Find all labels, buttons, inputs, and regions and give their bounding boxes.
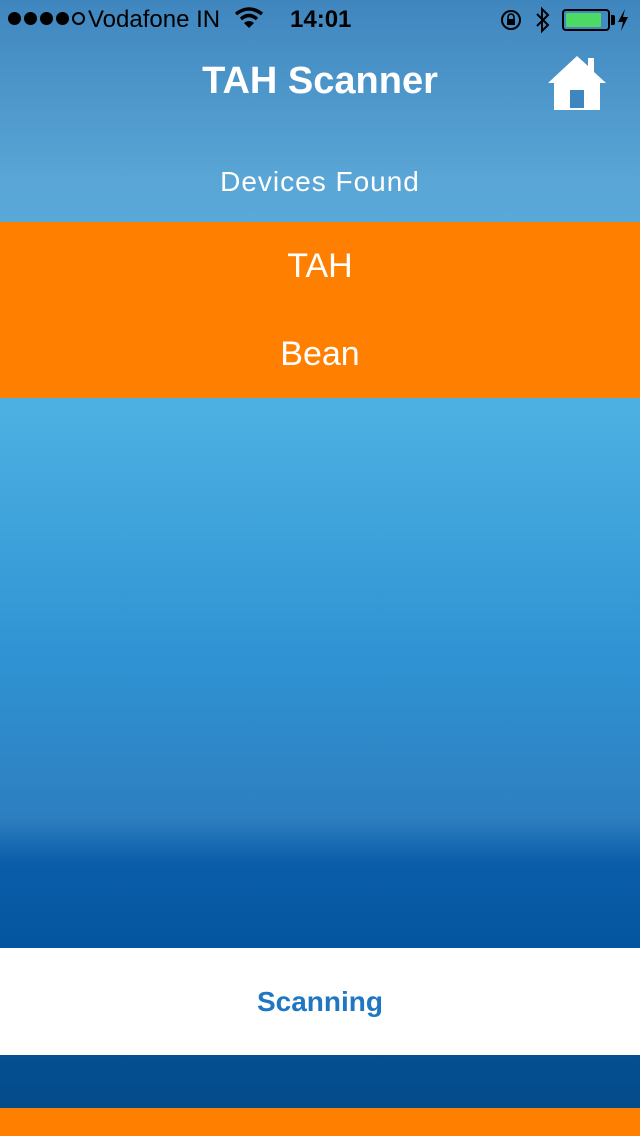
device-item-tah[interactable]: TAH: [0, 222, 640, 310]
wifi-icon: [234, 7, 264, 28]
status-time: 14:01: [290, 6, 352, 33]
page-title: TAH Scanner: [202, 60, 438, 102]
battery-level: [566, 13, 601, 27]
device-list: TAH Bean: [0, 222, 640, 398]
carrier-name: Vodafone IN: [88, 6, 221, 33]
battery-icon: [562, 9, 610, 31]
home-icon[interactable]: [546, 52, 608, 114]
status-bar: Vodafone IN 14:01: [0, 0, 640, 40]
charging-icon: [618, 9, 628, 31]
device-item-bean[interactable]: Bean: [0, 310, 640, 398]
bluetooth-icon: [536, 6, 550, 34]
rotation-lock-icon: [501, 10, 521, 30]
bottom-accent-bar: [0, 1108, 640, 1136]
signal-strength-icon: [8, 12, 85, 25]
devices-found-label: Devices Found: [220, 166, 420, 197]
scanning-button[interactable]: Scanning: [0, 948, 640, 1055]
